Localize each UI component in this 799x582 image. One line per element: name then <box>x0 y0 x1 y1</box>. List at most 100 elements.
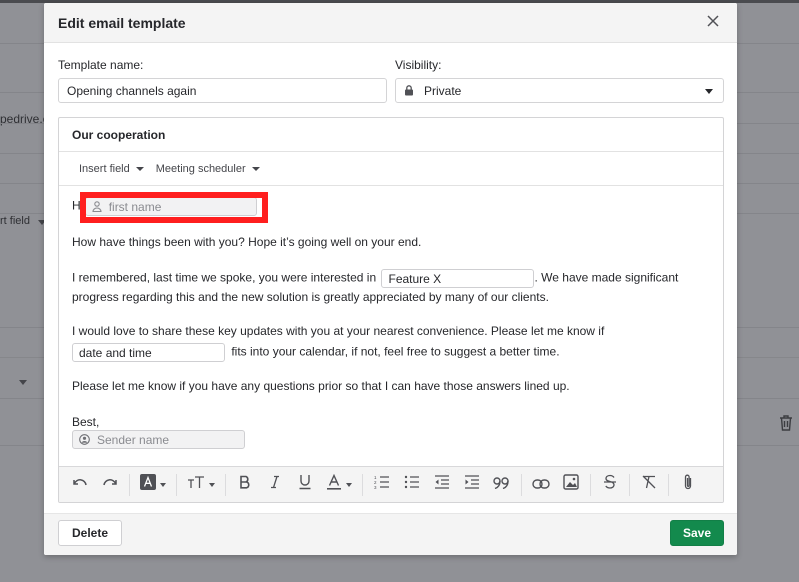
body-line-3: progress regarding this and the new solu… <box>72 290 549 304</box>
bg-caret-icon <box>19 380 27 385</box>
first-name-chip[interactable]: first name <box>84 197 257 216</box>
body-line-1: How have things been with you? Hope it’s… <box>72 235 422 249</box>
link-button[interactable] <box>529 473 553 497</box>
underline-button[interactable] <box>293 473 317 497</box>
chevron-down-icon <box>209 482 215 487</box>
bold-button[interactable] <box>233 473 257 497</box>
clear-format-icon <box>641 474 657 495</box>
bg-insert-field-text: rt field <box>0 215 30 227</box>
greeting-prefix: Hi <box>72 198 84 213</box>
text-color-button[interactable] <box>323 473 355 497</box>
svg-text:3: 3 <box>374 485 377 489</box>
outdent-icon <box>434 475 450 494</box>
meeting-scheduler-dropdown[interactable]: Meeting scheduler <box>156 163 260 175</box>
sender-name-chip[interactable]: Sender name <box>72 430 245 449</box>
first-name-chip-label: first name <box>108 199 162 214</box>
redo-button[interactable] <box>98 473 122 497</box>
meeting-scheduler-label: Meeting scheduler <box>155 162 246 175</box>
user-circle-icon <box>79 434 90 445</box>
close-button[interactable] <box>703 13 723 33</box>
body-line-2-before: I remembered, last time we spoke, you we… <box>72 270 377 285</box>
font-size-button[interactable] <box>184 473 218 497</box>
delete-button[interactable]: Delete <box>58 520 122 546</box>
visibility-select[interactable]: Private <box>395 78 724 103</box>
greeting-line: Hi first name <box>72 197 257 216</box>
highlight-color-button[interactable] <box>137 473 169 497</box>
email-editor: Our cooperation Insert field Meeting sch… <box>58 117 724 503</box>
subject-value: Our cooperation <box>72 127 166 142</box>
redo-icon <box>101 476 119 494</box>
chevron-down-icon <box>135 166 144 171</box>
text-color-icon <box>326 473 342 495</box>
body-line-6: Please let me know if you have any quest… <box>72 379 570 393</box>
body-line-4: I would love to share these key updates … <box>72 324 605 338</box>
outdent-button[interactable] <box>430 473 454 497</box>
image-icon <box>563 474 579 495</box>
chevron-down-icon <box>705 89 713 94</box>
sender-line: Sender name <box>72 430 245 449</box>
person-icon <box>92 201 102 212</box>
modal-title: Edit email template <box>58 14 186 31</box>
highlight-color-icon <box>140 474 156 495</box>
body-line-5-after: fits into your calendar, if not, feel fr… <box>231 344 560 359</box>
visibility-label: Visibility: <box>395 58 442 72</box>
quote-icon <box>493 476 511 494</box>
bullet-list-icon <box>404 475 420 494</box>
chevron-down-icon <box>160 482 166 487</box>
ordered-list-icon: 123 <box>374 475 390 494</box>
sender-name-chip-label: Sender name <box>97 432 170 447</box>
date-time-chip-label: date and time <box>79 345 152 360</box>
lock-icon <box>404 85 414 96</box>
image-button[interactable] <box>559 473 583 497</box>
undo-button[interactable] <box>68 473 92 497</box>
close-icon <box>707 14 719 32</box>
strikethrough-icon <box>603 474 617 495</box>
signoff-line: Best, <box>72 415 100 429</box>
modal-header: Edit email template <box>44 3 737 43</box>
feature-chip-label: Feature X <box>388 271 442 286</box>
indent-button[interactable] <box>460 473 484 497</box>
body-line-2: I remembered, last time we spoke, you we… <box>72 269 678 288</box>
email-body[interactable]: Hi first name How have things been with … <box>59 186 723 468</box>
bold-icon <box>239 475 251 494</box>
trash-icon[interactable] <box>778 414 794 437</box>
body-line-5: date and time fits into your calendar, i… <box>72 343 560 362</box>
link-icon <box>532 476 550 494</box>
clear-format-button[interactable] <box>637 473 661 497</box>
toolbar-separator <box>629 473 630 496</box>
body-line-2-after: . We have made significant <box>534 270 679 285</box>
toolbar-separator <box>129 473 130 496</box>
attachment-button[interactable] <box>676 473 700 497</box>
blockquote-button[interactable] <box>490 473 514 497</box>
save-button[interactable]: Save <box>670 520 724 546</box>
bullet-list-button[interactable] <box>400 473 424 497</box>
toolbar-separator <box>225 473 226 496</box>
template-name-input[interactable]: Opening channels again <box>58 78 387 103</box>
feature-chip[interactable]: Feature X <box>381 269 535 288</box>
subject-input[interactable]: Our cooperation <box>59 118 723 152</box>
underline-icon <box>298 474 312 495</box>
insert-field-label: Insert field <box>79 162 130 175</box>
ordered-list-button[interactable]: 123 <box>370 473 394 497</box>
edit-template-modal: Edit email template Template name: Openi… <box>44 3 737 555</box>
chevron-down-icon <box>251 166 260 171</box>
indent-icon <box>464 475 480 494</box>
paperclip-icon <box>683 473 693 496</box>
template-name-label: Template name: <box>58 58 144 72</box>
toolbar-separator <box>176 473 177 496</box>
insert-toolbar: Insert field Meeting scheduler <box>59 152 723 186</box>
insert-field-dropdown[interactable]: Insert field <box>79 163 144 175</box>
font-size-icon <box>187 475 205 494</box>
undo-icon <box>71 476 89 494</box>
formatting-toolbar: 123 <box>59 466 723 502</box>
toolbar-separator <box>521 473 522 496</box>
chevron-down-icon <box>346 482 352 487</box>
italic-button[interactable] <box>263 473 287 497</box>
template-name-value: Opening channels again <box>67 83 197 98</box>
toolbar-separator <box>362 473 363 496</box>
date-time-chip[interactable]: date and time <box>72 343 225 362</box>
strikethrough-button[interactable] <box>598 473 622 497</box>
toolbar-separator <box>668 473 669 496</box>
italic-icon <box>270 475 280 494</box>
visibility-value: Private <box>424 83 462 98</box>
